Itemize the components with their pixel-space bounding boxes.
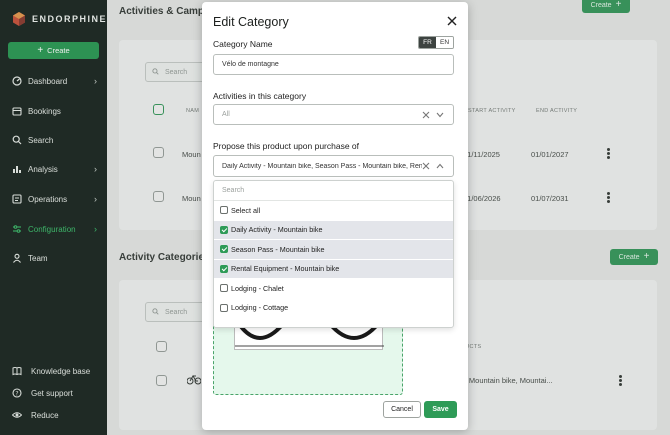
category-name-value: Vélo de montagne <box>222 61 279 68</box>
clear-icon[interactable] <box>422 162 430 170</box>
propose-products-select[interactable]: Daily Activity - Mountain bike, Season P… <box>213 155 454 177</box>
category-name-label: Category Name <box>213 39 273 49</box>
checkbox[interactable] <box>220 245 228 254</box>
chevron-down-icon[interactable] <box>436 112 444 118</box>
option-label: Daily Activity - Mountain bike <box>231 225 323 235</box>
language-toggle: FR EN <box>418 36 454 49</box>
checkbox[interactable] <box>220 206 228 215</box>
close-icon[interactable] <box>446 15 458 27</box>
dropdown-search-input[interactable]: Search <box>214 181 453 201</box>
checkbox[interactable] <box>220 284 228 293</box>
option-label: Select all <box>231 205 261 215</box>
option-select-all[interactable]: Select all <box>214 201 453 221</box>
propose-products-dropdown: Search Select all Daily Activity - Mount… <box>213 180 454 328</box>
chevron-up-icon[interactable] <box>436 163 444 169</box>
propose-products-value: Daily Activity - Mountain bike, Season P… <box>222 162 422 170</box>
activities-value: All <box>222 111 230 118</box>
option-rental-equipment[interactable]: Rental Equipment - Mountain bike <box>214 259 453 279</box>
edit-category-modal: Edit Category Category Name FR EN Vélo d… <box>202 2 468 430</box>
activities-label: Activities in this category <box>213 91 307 101</box>
lang-en-button[interactable]: EN <box>436 37 453 48</box>
dropdown-search-placeholder: Search <box>222 187 245 194</box>
option-daily-activity[interactable]: Daily Activity - Mountain bike <box>214 220 453 240</box>
option-season-pass[interactable]: Season Pass - Mountain bike <box>214 240 453 260</box>
cancel-button[interactable]: Cancel <box>383 401 421 418</box>
option-lodging-cottage[interactable]: Lodging - Cottage <box>214 299 453 318</box>
option-lodging-chalet[interactable]: Lodging - Chalet <box>214 279 453 299</box>
lang-fr-button[interactable]: FR <box>419 37 436 48</box>
category-name-input[interactable]: Vélo de montagne <box>213 54 454 75</box>
modal-title: Edit Category <box>213 15 289 29</box>
option-label: Lodging - Cottage <box>231 303 289 313</box>
option-label: Rental Equipment - Mountain bike <box>231 264 340 274</box>
image-dropzone[interactable] <box>213 324 403 395</box>
save-button[interactable]: Save <box>424 401 457 418</box>
option-label: Season Pass - Mountain bike <box>231 244 325 254</box>
propose-label: Propose this product upon purchase of <box>213 141 360 151</box>
option-label: Lodging - Chalet <box>231 283 284 293</box>
clear-icon[interactable] <box>422 111 430 119</box>
checkbox[interactable] <box>220 303 228 312</box>
checkbox[interactable] <box>220 225 228 234</box>
activities-select[interactable]: All <box>213 104 454 125</box>
checkbox[interactable] <box>220 264 228 273</box>
